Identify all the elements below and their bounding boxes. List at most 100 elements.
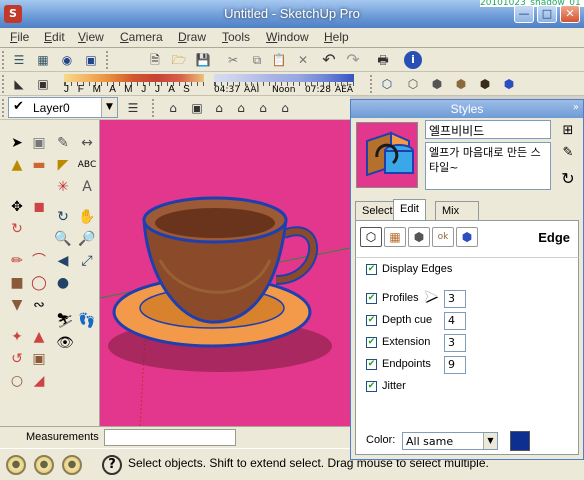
tape-measure-icon[interactable]: ○ xyxy=(6,370,28,392)
toolbar-grip[interactable] xyxy=(152,99,156,117)
edge-color-swatch[interactable] xyxy=(510,431,530,451)
erase-icon[interactable]: ✕ xyxy=(294,51,312,69)
paste-icon[interactable]: 📋 xyxy=(270,51,288,69)
offset-icon[interactable]: ▣ xyxy=(28,348,50,370)
arc-icon[interactable]: ⌒ xyxy=(28,250,50,272)
push-pull-icon[interactable]: ◼ xyxy=(28,196,50,218)
undo-icon[interactable]: ↶ xyxy=(320,51,338,69)
chevron-down-icon[interactable]: ▼ xyxy=(101,98,117,117)
shaded-icon[interactable]: ⬢ xyxy=(452,75,470,93)
depth-cue-checkbox[interactable]: ✔ xyxy=(366,315,377,326)
layer-manager-icon[interactable]: ☰ xyxy=(124,99,142,117)
style-description-field[interactable]: 엘프가 마음대로 만든 스타일~ xyxy=(425,142,551,190)
zoom-window-icon[interactable]: 🔎 xyxy=(76,228,98,250)
style-thumbnail[interactable] xyxy=(356,122,418,188)
toolbar-grip[interactable] xyxy=(370,75,374,93)
scale-icon[interactable]: ✦ xyxy=(6,326,28,348)
tab-edit[interactable]: Edit xyxy=(393,199,426,221)
style-name-field[interactable]: 엘프비비드 xyxy=(425,120,551,139)
jitter-checkbox[interactable]: ✔ xyxy=(366,381,377,392)
toolbar-grip[interactable] xyxy=(2,99,6,117)
axes-icon[interactable]: ✳ xyxy=(52,176,74,198)
model-info-icon[interactable]: i xyxy=(404,51,422,69)
text-tool-icon[interactable]: ABC xyxy=(76,154,98,176)
menu-edit[interactable]: Edit xyxy=(44,30,65,44)
move-icon[interactable]: ✥ xyxy=(6,196,28,218)
modeling-settings-icon[interactable]: ⬢ xyxy=(456,227,478,247)
minimize-icon[interactable]: — xyxy=(514,5,534,23)
menu-draw[interactable]: Draw xyxy=(178,30,206,44)
create-style-icon[interactable]: ⊞ xyxy=(559,122,577,140)
chevron-down-icon[interactable]: ▼ xyxy=(483,433,497,449)
profiles-checkbox[interactable]: ✔ xyxy=(366,293,377,304)
model-viewport[interactable] xyxy=(100,120,350,426)
footprints-icon[interactable]: 👣 xyxy=(76,310,98,332)
zoom-icon[interactable]: 🔍 xyxy=(52,228,74,250)
geo-location-icon[interactable]: ● xyxy=(6,455,26,475)
credits-icon[interactable]: ● xyxy=(34,455,54,475)
shadow-settings-icon[interactable]: ◣ xyxy=(10,75,28,93)
user-icon[interactable]: ● xyxy=(62,455,82,475)
previous-view-icon[interactable]: ◀ xyxy=(52,250,74,272)
measurements-input[interactable] xyxy=(104,429,236,446)
close-icon[interactable]: ✕ xyxy=(560,5,580,23)
rectangle-icon[interactable]: ■ xyxy=(6,272,28,294)
time-slider-track[interactable] xyxy=(214,74,354,82)
pan-hand-icon[interactable]: ✋ xyxy=(76,206,98,228)
position-camera-icon[interactable]: ● xyxy=(52,272,74,294)
help-icon[interactable]: ? xyxy=(102,455,122,475)
month-slider-track[interactable] xyxy=(64,74,204,82)
menu-file[interactable]: File xyxy=(10,30,29,44)
make-component-icon[interactable]: ▣ xyxy=(28,132,50,154)
watermark-settings-icon[interactable]: ok xyxy=(432,227,454,247)
protractor-icon[interactable]: ◤ xyxy=(52,154,74,176)
view-top-icon[interactable]: ▣ xyxy=(188,99,206,117)
depth-cue-value-input[interactable]: 4 xyxy=(444,312,466,330)
profiles-value-input[interactable]: 3 xyxy=(444,290,466,308)
face-settings-icon[interactable]: ▦ xyxy=(384,227,406,247)
monochrome-icon[interactable]: ⬢ xyxy=(500,75,518,93)
menu-tools[interactable]: Tools xyxy=(222,30,250,44)
view-front-icon[interactable]: ⌂ xyxy=(210,99,228,117)
extension-value-input[interactable]: 3 xyxy=(444,334,466,352)
display-shadows-icon[interactable]: ▣ xyxy=(34,75,52,93)
collapse-icon[interactable]: » xyxy=(573,102,579,113)
dimension-icon[interactable]: ↔ xyxy=(76,132,98,154)
edge-color-mode-select[interactable]: All same ▼ xyxy=(402,432,498,450)
hidden-line-icon[interactable]: ⬢ xyxy=(428,75,446,93)
save-icon[interactable]: 💾 xyxy=(194,51,212,69)
toolbar-grip[interactable] xyxy=(106,51,110,69)
freehand-icon[interactable]: ∾ xyxy=(28,294,50,316)
menu-help[interactable]: Help xyxy=(324,30,349,44)
edge-settings-icon[interactable]: ⬡ xyxy=(360,227,382,247)
circle-icon[interactable]: ◯ xyxy=(28,272,50,294)
3d-text-icon[interactable]: A xyxy=(76,176,98,198)
shaded-textures-icon[interactable]: ⬢ xyxy=(476,75,494,93)
share-model-icon[interactable]: ▦ xyxy=(34,51,52,69)
display-edges-checkbox[interactable]: ✔ xyxy=(366,264,377,275)
menu-window[interactable]: Window xyxy=(266,30,309,44)
open-folder-icon[interactable]: 🗁 xyxy=(170,51,188,69)
redo-icon[interactable]: ↷ xyxy=(344,51,362,69)
extension-warehouse-icon[interactable]: ▣ xyxy=(82,51,100,69)
pencil-line-icon[interactable]: ✏ xyxy=(6,250,28,272)
paint-bucket-icon[interactable]: ▲ xyxy=(6,154,28,176)
endpoints-value-input[interactable]: 9 xyxy=(444,356,466,374)
get-models-icon[interactable]: ☰ xyxy=(10,51,28,69)
view-right-icon[interactable]: ⌂ xyxy=(232,99,250,117)
rotate-tool-icon[interactable]: ↺ xyxy=(6,348,28,370)
menu-camera[interactable]: Camera xyxy=(120,30,163,44)
tab-mix[interactable]: Mix xyxy=(435,201,479,221)
look-around-icon[interactable]: ⛷ xyxy=(54,310,76,332)
refresh-icon[interactable]: ↻ xyxy=(559,170,577,188)
styles-panel-title-bar[interactable]: Styles » xyxy=(351,100,583,118)
rotate-icon[interactable]: ↻ xyxy=(6,218,28,240)
view-left-icon[interactable]: ⌂ xyxy=(276,99,294,117)
toolbar-grip[interactable] xyxy=(2,75,6,93)
copy-icon[interactable]: ⧉ xyxy=(248,51,266,69)
share-component-icon[interactable]: ◉ xyxy=(58,51,76,69)
maximize-icon[interactable]: □ xyxy=(537,5,557,23)
polygon-icon[interactable]: ▼ xyxy=(6,294,28,316)
layer-dropdown[interactable]: ✔ Layer0 ▼ xyxy=(8,97,118,118)
toolbar-grip[interactable] xyxy=(2,51,6,69)
